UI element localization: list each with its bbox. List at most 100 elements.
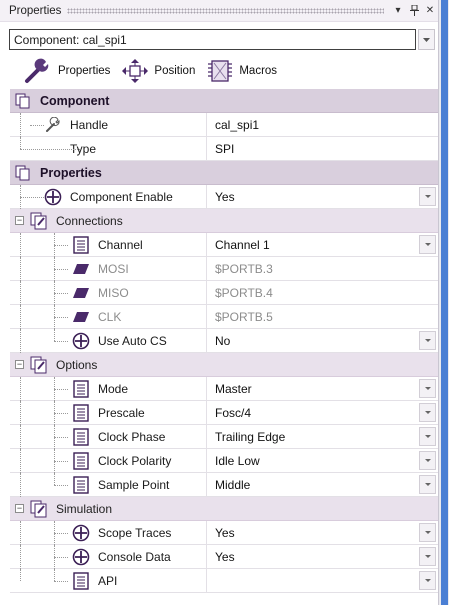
property-name: Channel	[98, 237, 143, 252]
value-dropdown-button[interactable]	[419, 427, 436, 446]
group-label: Options	[56, 357, 98, 372]
value-dropdown-button[interactable]	[419, 331, 436, 350]
property-name: MOSI	[98, 261, 129, 276]
group-header-component[interactable]: Component	[10, 89, 438, 113]
property-row-channel[interactable]: Channel Channel 1	[10, 233, 438, 257]
document-list-icon	[72, 571, 90, 590]
property-row-mode[interactable]: Mode Master	[10, 377, 438, 401]
close-button[interactable]: ✕	[422, 2, 438, 20]
property-value: Idle Low	[215, 453, 260, 468]
property-name: Console Data	[98, 549, 171, 564]
property-name: Handle	[70, 117, 109, 132]
value-dropdown-button[interactable]	[419, 523, 436, 542]
group-header-options[interactable]: − Options	[10, 353, 438, 377]
component-select[interactable]: Component: cal_spi1	[9, 29, 416, 50]
document-list-icon	[72, 403, 90, 422]
property-row-use-auto-cs[interactable]: Use Auto CS No	[10, 329, 438, 353]
property-value: Trailing Edge	[215, 429, 286, 444]
value-dropdown-button[interactable]	[419, 547, 436, 566]
property-value: $PORTB.5	[215, 309, 273, 324]
property-name: Use Auto CS	[98, 333, 167, 348]
property-name: CLK	[98, 309, 122, 324]
property-row-clock-phase[interactable]: Clock Phase Trailing Edge	[10, 425, 438, 449]
property-name: Scope Traces	[98, 525, 172, 540]
document-list-icon	[72, 451, 90, 470]
close-icon: ✕	[425, 5, 435, 16]
pin-icon	[409, 5, 419, 16]
group-header-simulation[interactable]: − Simulation	[10, 497, 438, 521]
property-row-clk[interactable]: CLK $PORTB.5	[10, 305, 438, 329]
tab-position-label: Position	[154, 65, 196, 77]
property-row-type[interactable]: Type SPI	[10, 137, 438, 161]
property-name: Component Enable	[70, 189, 173, 204]
property-row-prescale[interactable]: Prescale Fosc/4	[10, 401, 438, 425]
group-header-connections[interactable]: − Connections	[10, 209, 438, 233]
property-row-mosi[interactable]: MOSI $PORTB.3	[10, 257, 438, 281]
property-value: $PORTB.3	[215, 261, 273, 276]
category-pages-icon	[14, 164, 32, 182]
circle-plus-icon	[44, 188, 62, 206]
document-list-icon	[72, 475, 90, 494]
value-dropdown-button[interactable]	[419, 451, 436, 470]
value-dropdown-button[interactable]	[419, 403, 436, 422]
group-label: Connections	[56, 213, 123, 228]
auto-hide-button[interactable]	[406, 2, 422, 20]
circle-plus-icon	[72, 548, 90, 566]
value-dropdown-button[interactable]	[419, 235, 436, 254]
macro-chip-icon	[208, 60, 233, 82]
property-row-handle[interactable]: Handle cal_spi1	[10, 113, 438, 137]
property-tabs: Properties Position Macros	[24, 57, 287, 85]
value-dropdown-button[interactable]	[419, 475, 436, 494]
wrench-small-icon	[44, 116, 62, 134]
property-row-sample-point[interactable]: Sample Point Middle	[10, 473, 438, 497]
property-row-api[interactable]: API	[10, 569, 438, 593]
wrench-icon	[25, 58, 49, 83]
chevron-down-icon	[423, 37, 430, 42]
tab-macros-label: Macros	[239, 65, 278, 77]
property-name: Mode	[98, 381, 129, 396]
drag-grip[interactable]	[67, 7, 384, 14]
property-grid: Component Handle cal_spi1 Type SPI Prope…	[10, 89, 438, 593]
property-value: cal_spi1	[215, 117, 260, 132]
group-label: Properties	[40, 165, 102, 180]
group-header-properties[interactable]: Properties	[10, 161, 438, 185]
property-value: Fosc/4	[215, 405, 252, 420]
tab-macros[interactable]: Macros	[205, 58, 277, 84]
panel-title: Properties	[9, 4, 62, 17]
property-name: API	[98, 573, 118, 588]
category-pages-icon	[14, 92, 32, 110]
vertical-scrollbar[interactable]	[438, 0, 449, 605]
property-value: Yes	[215, 525, 235, 540]
component-select-dropdown-button[interactable]	[418, 29, 435, 50]
property-row-clock-polarity[interactable]: Clock Polarity Idle Low	[10, 449, 438, 473]
category-edit-icon	[30, 356, 48, 374]
tab-properties[interactable]: Properties	[24, 58, 110, 84]
value-dropdown-button[interactable]	[419, 379, 436, 398]
collapse-toggle-icon[interactable]: −	[15, 504, 24, 513]
value-dropdown-button[interactable]	[419, 571, 436, 590]
property-value: Master	[215, 381, 252, 396]
property-value: Yes	[215, 189, 235, 204]
property-name: Clock Polarity	[98, 453, 172, 468]
document-list-icon	[72, 379, 90, 398]
property-value: $PORTB.4	[215, 285, 273, 300]
property-row-console-data[interactable]: Console Data Yes	[10, 545, 438, 569]
move-arrows-icon	[122, 59, 149, 83]
property-row-component-enable[interactable]: Component Enable Yes	[10, 185, 438, 209]
value-dropdown-button[interactable]	[419, 187, 436, 206]
tab-position[interactable]: Position	[120, 58, 195, 84]
property-value: No	[215, 333, 231, 348]
tab-properties-label: Properties	[58, 65, 111, 77]
property-value: Yes	[215, 549, 235, 564]
window-position-button[interactable]: ▾	[390, 2, 406, 20]
property-name: Clock Phase	[98, 429, 166, 444]
property-row-miso[interactable]: MISO $PORTB.4	[10, 281, 438, 305]
property-name: Prescale	[98, 405, 145, 420]
circle-plus-icon	[72, 332, 90, 350]
pin-parallelogram-icon	[72, 260, 90, 278]
property-row-scope-traces[interactable]: Scope Traces Yes	[10, 521, 438, 545]
pin-parallelogram-icon	[72, 284, 90, 302]
collapse-toggle-icon[interactable]: −	[15, 360, 24, 369]
collapse-toggle-icon[interactable]: −	[15, 216, 24, 225]
scrollbar-thumb[interactable]	[441, 0, 448, 605]
